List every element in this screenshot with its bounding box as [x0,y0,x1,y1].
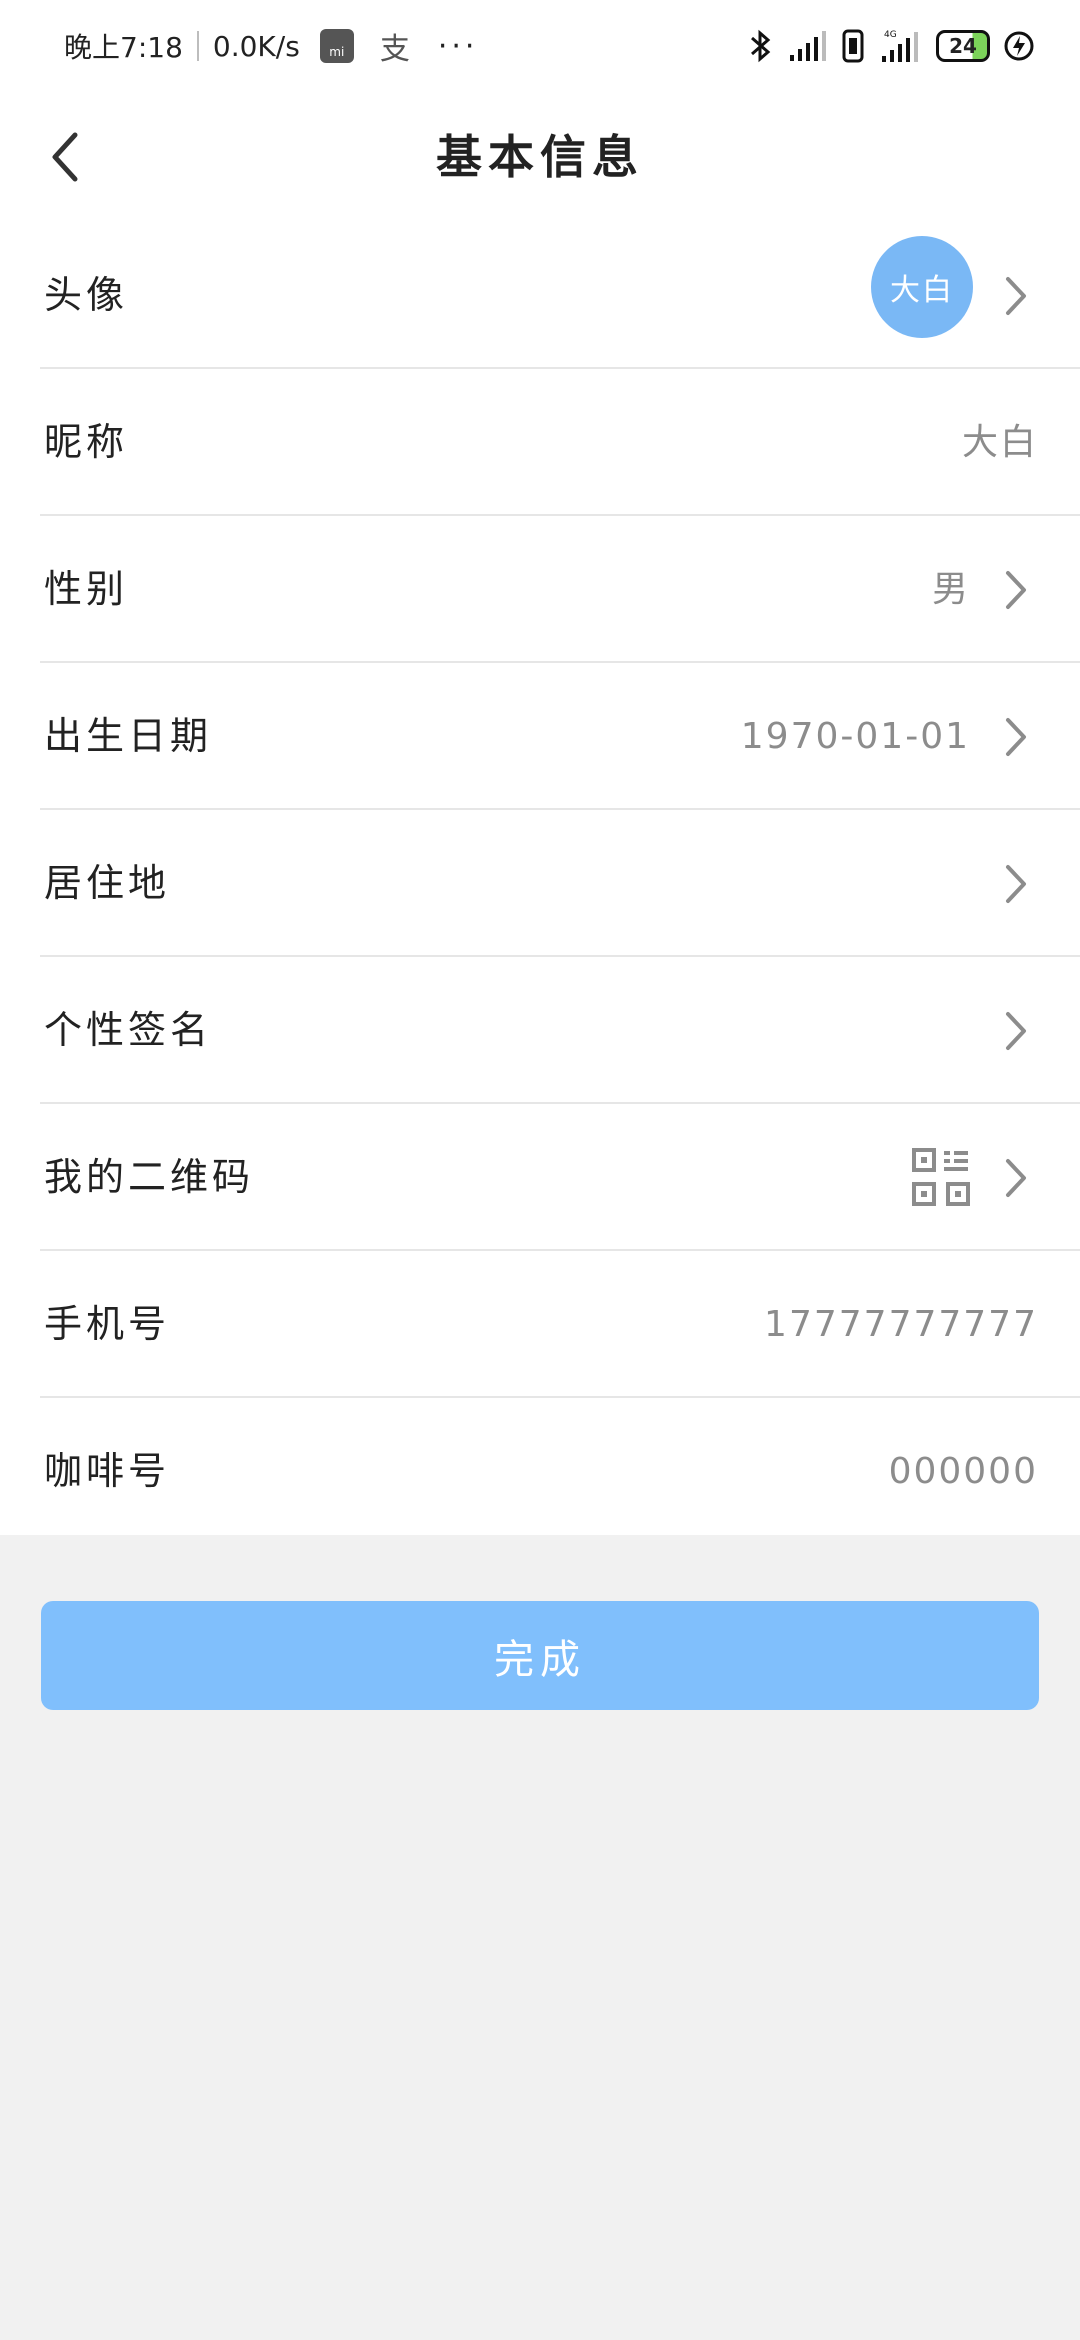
row-label: 头像 [44,273,129,317]
row-qr-code[interactable]: 我的二维码 [0,1104,1080,1251]
row-coffee-id[interactable]: 咖啡号 000000 [0,1398,1080,1545]
page-title: 基本信息 [436,130,644,184]
bluetooth-icon [751,29,771,63]
row-label: 出生日期 [44,714,213,758]
chevron-right-icon [994,568,1038,612]
row-label: 咖啡号 [44,1449,171,1493]
row-gender[interactable]: 性别 男 [0,516,1080,663]
navigation-bar: 基本信息 [0,92,1080,222]
status-bar-left: 晚上7:18 0.0K/s mi 支 ··· [64,24,478,68]
row-signature[interactable]: 个性签名 [0,957,1080,1104]
alipay-icon: 支 [379,32,410,67]
row-nickname[interactable]: 昵称 大白 [0,369,1080,516]
mi-app-icon: mi [319,29,354,63]
row-label: 昵称 [44,420,129,464]
chevron-right-icon [994,862,1038,906]
nickname-value: 大白 [961,422,1038,463]
signal-strength-icon [790,31,826,61]
status-bar: 晚上7:18 0.0K/s mi 支 ··· 4G 24 [0,0,1080,92]
chevron-right-icon [994,1009,1038,1053]
battery-level: 24 [949,34,977,58]
row-residence[interactable]: 居住地 [0,810,1080,957]
profile-info-list: 头像 大白 昵称 大白 性别 男 出生日期 1970-01-01 居住地 个性签… [0,222,1080,1535]
network-speed: 0.0K/s [212,29,300,63]
birth-date-value: 1970-01-01 [740,716,970,757]
phone-value: 17777777777 [764,1304,1038,1345]
row-phone[interactable]: 手机号 17777777777 [0,1251,1080,1398]
avatar-text: 大白 [890,273,954,308]
charging-icon [1004,31,1034,61]
row-label: 个性签名 [44,1008,213,1052]
chevron-right-icon [994,715,1038,759]
row-avatar[interactable]: 头像 大白 [0,222,1080,369]
avatar[interactable]: 大白 [871,236,973,338]
status-bar-right: 4G 24 [746,28,1034,64]
status-time: 晚上7:18 [64,31,183,64]
chevron-right-icon [994,1156,1038,1200]
row-birth-date[interactable]: 出生日期 1970-01-01 [0,663,1080,810]
sim-card-icon [842,29,864,63]
row-label: 我的二维码 [44,1155,255,1199]
row-label: 手机号 [44,1302,171,1346]
4g-signal-icon: 4G [882,30,918,62]
status-separator [196,31,199,61]
chevron-right-icon [994,274,1038,318]
done-button[interactable]: 完成 [41,1601,1039,1710]
more-notifications-icon: ··· [437,28,479,64]
network-type-label: 4G [884,30,897,40]
row-label: 居住地 [44,861,171,905]
battery-indicator: 24 [936,30,990,62]
row-label: 性别 [44,567,129,611]
profile-basic-info-screen: 晚上7:18 0.0K/s mi 支 ··· 4G 24 基本信息 头像 大白 … [0,0,1080,2340]
mi-badge-text: mi [329,45,345,59]
qr-code-icon [912,1148,970,1206]
gender-value: 男 [931,569,970,610]
coffee-id-value: 000000 [888,1451,1038,1492]
